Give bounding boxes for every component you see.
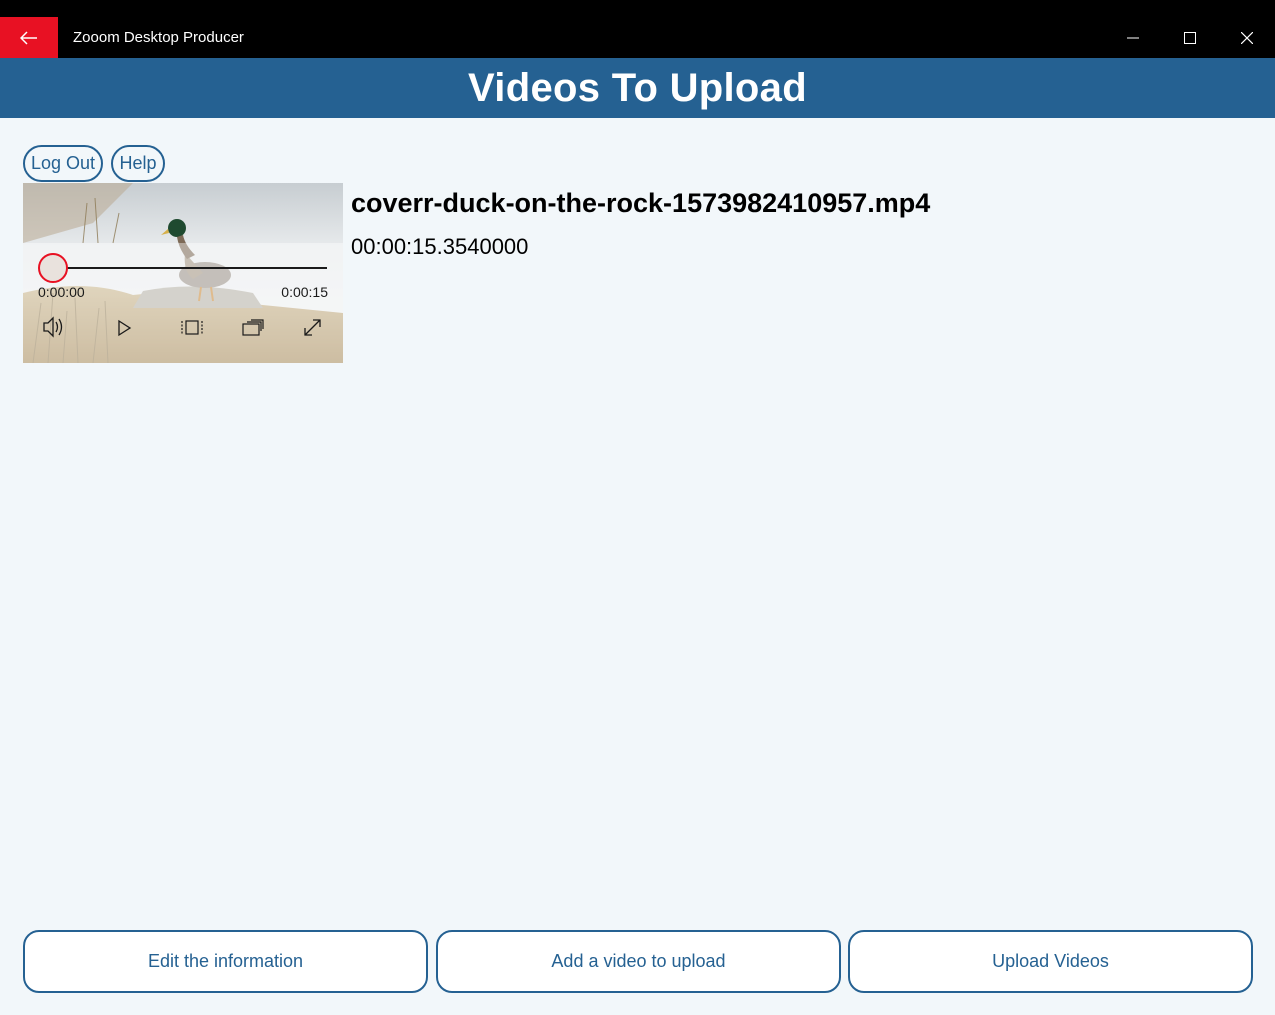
aspect-ratio-icon[interactable] [181,320,203,335]
page-title: Videos To Upload [468,65,807,110]
help-button[interactable]: Help [111,145,165,182]
window-controls [1104,17,1275,58]
upload-videos-button[interactable]: Upload Videos [848,930,1253,993]
fullscreen-icon[interactable] [304,319,321,336]
maximize-icon [1183,31,1196,44]
back-arrow-icon [20,30,37,45]
video-duration: 00:00:15.3540000 [351,234,529,259]
seek-thumb[interactable] [38,253,68,283]
cast-icon[interactable] [242,319,264,336]
back-button[interactable] [0,17,58,58]
minimize-button[interactable] [1104,17,1161,58]
play-icon[interactable] [118,319,132,337]
top-strip [0,0,1275,17]
video-player[interactable]: 0:00:00 0:00:15 [23,183,343,363]
edit-information-button[interactable]: Edit the information [23,930,428,993]
total-time: 0:00:15 [281,284,328,300]
add-video-button[interactable]: Add a video to upload [436,930,841,993]
maximize-button[interactable] [1161,17,1218,58]
page-header: Videos To Upload [0,58,1275,118]
video-file-name: coverr-duck-on-the-rock-1573982410957.mp… [351,188,931,218]
player-controls [38,253,327,338]
app-title: Zooom Desktop Producer [73,29,244,46]
minimize-icon [1126,37,1139,38]
volume-icon[interactable] [43,316,63,338]
close-icon [1240,31,1253,44]
title-bar: Zooom Desktop Producer [0,17,1275,58]
elapsed-time: 0:00:00 [38,284,85,300]
close-button[interactable] [1218,17,1275,58]
main-content: Log Out Help 0:00:00 0:00:15 coverr-duck… [0,118,1275,1015]
log-out-button[interactable]: Log Out [23,145,103,182]
